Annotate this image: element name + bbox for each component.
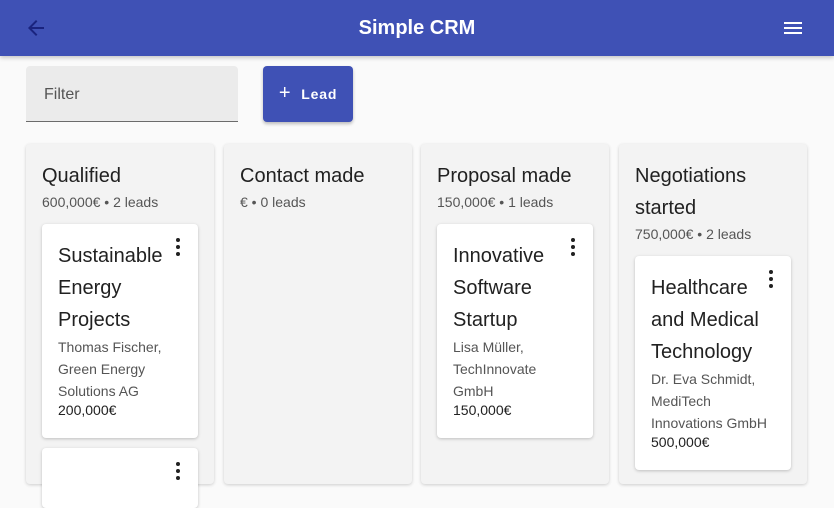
hamburger-menu-icon[interactable] <box>781 16 805 40</box>
more-vert-icon[interactable] <box>174 462 182 482</box>
more-vert-icon[interactable] <box>569 238 577 258</box>
lead-title: Sustainable Energy Projects <box>58 245 163 331</box>
column-qualified: Qualified 600,000€ • 2 leads Sustainable… <box>26 144 214 508</box>
column-title: Proposal made <box>437 165 572 187</box>
lead-value: 200,000€ <box>58 402 117 418</box>
lead-contact: Thomas Fischer, Green Energy Solutions A… <box>58 339 162 399</box>
filter-field[interactable] <box>26 66 238 124</box>
column-title: Qualified <box>42 165 121 187</box>
lead-card[interactable] <box>42 448 198 508</box>
lead-title: Healthcare and Medical Technology <box>651 277 759 363</box>
lead-card[interactable]: Innovative Software Startup Lisa Müller,… <box>437 224 593 438</box>
column-summary: 150,000€ • 1 leads <box>437 194 554 210</box>
lead-title: Innovative Software Startup <box>453 245 545 331</box>
column-contact-made: Contact made € • 0 leads <box>224 144 412 484</box>
plus-icon: + <box>278 82 292 104</box>
column-summary: € • 0 leads <box>240 194 306 210</box>
lead-card[interactable]: Healthcare and Medical Technology Dr. Ev… <box>635 256 791 470</box>
more-vert-icon[interactable] <box>174 238 182 258</box>
lead-contact: Lisa Müller, TechInnovate GmbH <box>453 339 537 399</box>
add-lead-label: Lead <box>301 86 338 102</box>
more-vert-icon[interactable] <box>767 270 775 290</box>
column-title: Contact made <box>240 165 365 187</box>
lead-value: 150,000€ <box>453 402 512 418</box>
add-lead-button[interactable]: + Lead <box>263 66 353 122</box>
column-negotiations-started: Negotiations started 750,000€ • 2 leads … <box>619 144 807 484</box>
column-proposal-made: Proposal made 150,000€ • 1 leads Innovat… <box>421 144 609 484</box>
lead-value: 500,000€ <box>651 434 710 450</box>
lead-contact: Dr. Eva Schmidt, MediTech Innovations Gm… <box>651 371 767 431</box>
lead-card[interactable]: Sustainable Energy Projects Thomas Fisch… <box>42 224 198 438</box>
app-title: Simple CRM <box>358 17 476 39</box>
column-summary: 750,000€ • 2 leads <box>635 226 752 242</box>
app-bar: Simple CRM <box>0 0 834 56</box>
filter-input[interactable] <box>42 66 226 124</box>
column-summary: 600,000€ • 2 leads <box>42 194 159 210</box>
column-title: Negotiations started <box>635 165 747 219</box>
